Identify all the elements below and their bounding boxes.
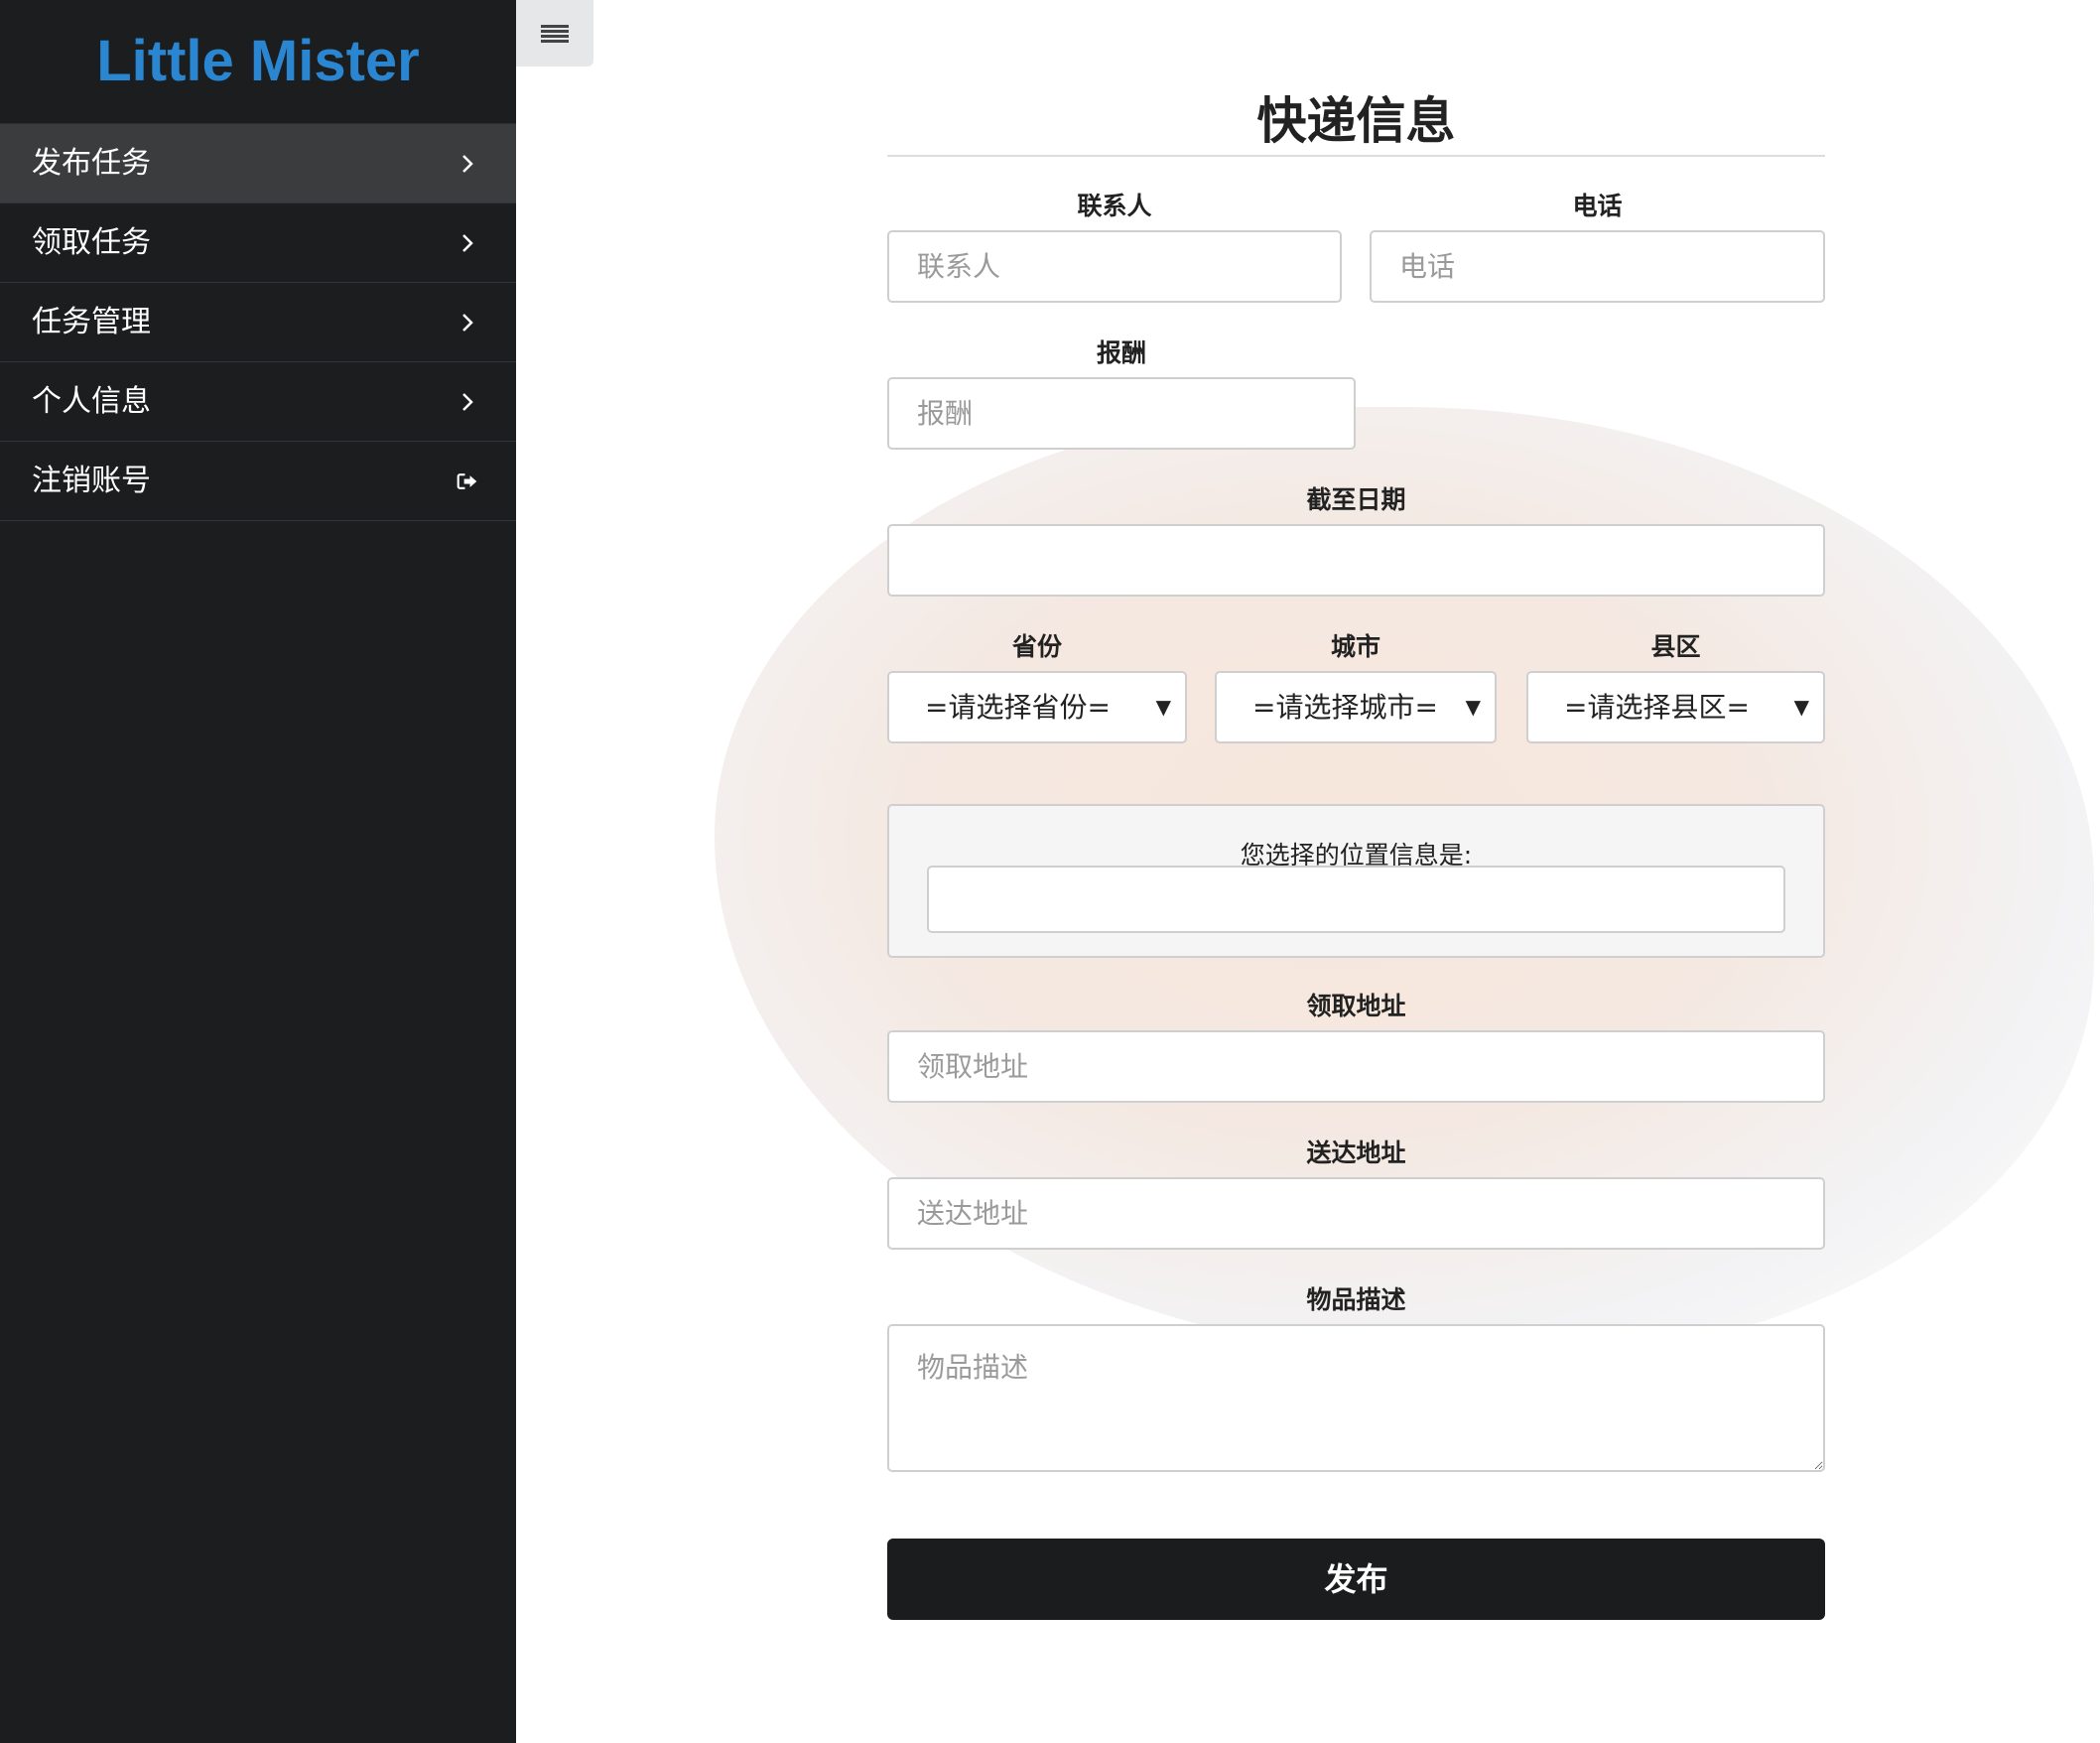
contact-label: 联系人 — [1077, 192, 1152, 220]
sidebar-item-label: 个人信息 — [32, 384, 151, 419]
dropdown-arrow-icon: ▼ — [1155, 695, 1171, 719]
location-summary-panel: 您选择的位置信息是: — [887, 804, 1825, 958]
reward-input[interactable] — [887, 377, 1356, 450]
dropdown-arrow-icon: ▼ — [1793, 695, 1809, 719]
page-title: 快递信息 — [1256, 92, 1456, 150]
province-select-value: =请选择省份= — [925, 691, 1111, 724]
publish-button[interactable]: 发布 — [887, 1539, 1825, 1620]
city-select-value: =请选择城市= — [1252, 691, 1438, 724]
sidebar-item-task-management[interactable]: 任务管理 — [0, 283, 516, 362]
sidebar-item-claim-task[interactable]: 领取任务 — [0, 203, 516, 283]
chevron-right-icon — [457, 283, 478, 361]
phone-input[interactable] — [1370, 230, 1825, 303]
item-description-textarea[interactable] — [887, 1324, 1825, 1472]
main-content: 快递信息 联系人 电话 报酬 截至日期 省份 =请选择省份= ▼ 城市 =请选择… — [516, 0, 2100, 1743]
delivery-address-label: 送达地址 — [1306, 1139, 1406, 1167]
sidebar-item-label: 注销账号 — [32, 464, 151, 498]
delivery-address-input[interactable] — [887, 1177, 1825, 1250]
item-description-label: 物品描述 — [1306, 1285, 1406, 1314]
location-summary-field — [927, 866, 1785, 933]
pickup-address-input[interactable] — [887, 1030, 1825, 1103]
reward-label: 报酬 — [1096, 338, 1146, 367]
phone-label: 电话 — [1572, 192, 1623, 220]
sidebar: Little Mister 发布任务 领取任务 任务管理 个人信息 注销账号 — [0, 0, 516, 1743]
deadline-input[interactable] — [887, 524, 1825, 597]
dropdown-arrow-icon: ▼ — [1465, 695, 1481, 719]
chevron-right-icon — [457, 203, 478, 282]
brand-logo[interactable]: Little Mister — [0, 0, 516, 124]
hamburger-menu-icon[interactable] — [516, 0, 593, 67]
city-label: 城市 — [1330, 632, 1380, 661]
sidebar-item-profile[interactable]: 个人信息 — [0, 362, 516, 442]
sign-out-icon — [457, 442, 478, 520]
sidebar-item-publish-task[interactable]: 发布任务 — [0, 124, 516, 203]
pickup-address-label: 领取地址 — [1306, 992, 1406, 1020]
sidebar-item-label: 领取任务 — [32, 225, 151, 260]
sidebar-item-label: 任务管理 — [32, 305, 151, 339]
chevron-right-icon — [457, 124, 478, 202]
chevron-right-icon — [457, 362, 478, 441]
district-select-value: =请选择县区= — [1564, 691, 1750, 724]
deadline-label: 截至日期 — [1306, 485, 1406, 514]
title-divider — [887, 155, 1825, 157]
contact-input[interactable] — [887, 230, 1342, 303]
province-select[interactable]: =请选择省份= ▼ — [887, 671, 1187, 743]
sidebar-item-label: 发布任务 — [32, 146, 151, 181]
province-label: 省份 — [1011, 632, 1062, 661]
sidebar-item-logout[interactable]: 注销账号 — [0, 442, 516, 521]
district-select[interactable]: =请选择县区= ▼ — [1526, 671, 1825, 743]
city-select[interactable]: =请选择城市= ▼ — [1215, 671, 1497, 743]
district-label: 县区 — [1650, 632, 1701, 661]
